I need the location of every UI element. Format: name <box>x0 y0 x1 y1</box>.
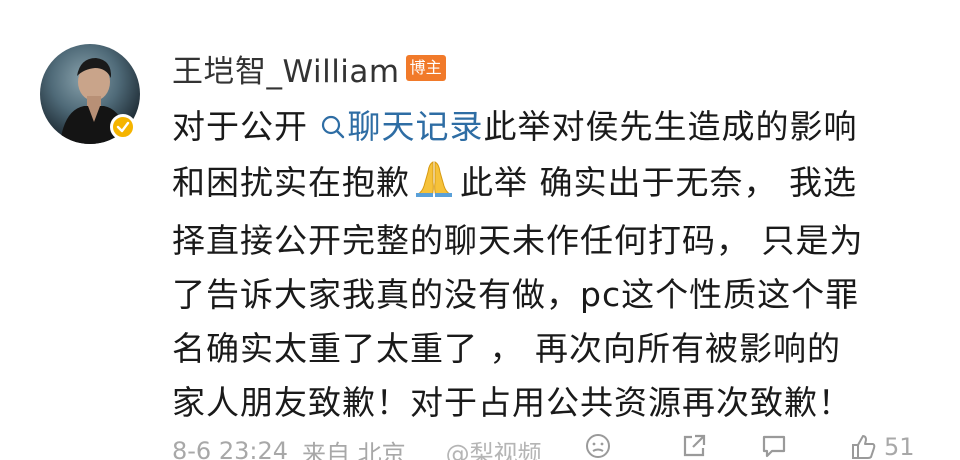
like-icon <box>852 435 876 459</box>
weibo-post: 王垲智_William 博主 对于公开 聊天记录此举对侯先生造成的影响 和困扰实… <box>0 0 960 460</box>
content-line-4: 了告诉大家我真的没有做，pc这个性质这个罪 <box>172 275 860 314</box>
like-button[interactable]: 51 <box>848 432 915 460</box>
smile-icon <box>586 434 610 458</box>
topic-label: 聊天记录 <box>347 107 484 146</box>
post-source: 来自 北京 <box>302 439 406 460</box>
comment-icon <box>762 435 786 458</box>
avatar-container[interactable] <box>40 44 140 144</box>
repost-button[interactable] <box>680 432 708 460</box>
verified-icon <box>110 114 136 140</box>
post-content: 对于公开 聊天记录此举对侯先生造成的影响 和困扰实在抱歉 此举 确实出于无奈， 我… <box>172 100 932 430</box>
blogger-badge: 博主 <box>405 55 446 81</box>
search-icon <box>320 102 346 156</box>
content-line-2: 和困扰实在抱歉 此举 确实出于无奈， 我选 <box>172 156 932 214</box>
username[interactable]: 王垲智_William <box>172 46 400 91</box>
repost-icon <box>683 434 706 457</box>
post-timestamp: 8-6 23:24 <box>172 437 288 460</box>
content-text: 此举对侯先生造成的影响 <box>483 107 858 146</box>
topic-link[interactable]: 聊天记录 <box>320 107 484 146</box>
content-line-3: 择直接公开完整的聊天未作任何打码， 只是为 <box>172 221 864 260</box>
content-line-6: 家人朋友致歉！对于占用公共资源再次致歉！ <box>172 383 852 422</box>
content-text: 此举 确实出于无奈， 我选 <box>460 163 857 202</box>
content-text: 和困扰实在抱歉 <box>172 163 410 202</box>
comment-button[interactable] <box>760 432 788 460</box>
watermark: @梨视频 <box>445 439 542 460</box>
author-row: 王垲智_William 博主 <box>172 46 446 91</box>
like-count: 51 <box>884 433 915 460</box>
content-line-5: 名确实太重了太重了 ， 再次向所有被影响的 <box>172 329 841 368</box>
post-footer: 8-6 23:24 来自 北京 @梨视频 51 <box>172 433 932 460</box>
content-text: 对于公开 <box>172 107 308 146</box>
content-line-1: 对于公开 聊天记录此举对侯先生造成的影响 <box>172 100 932 156</box>
emoji-react-button[interactable] <box>584 432 612 460</box>
pray-emoji-icon <box>412 160 456 214</box>
